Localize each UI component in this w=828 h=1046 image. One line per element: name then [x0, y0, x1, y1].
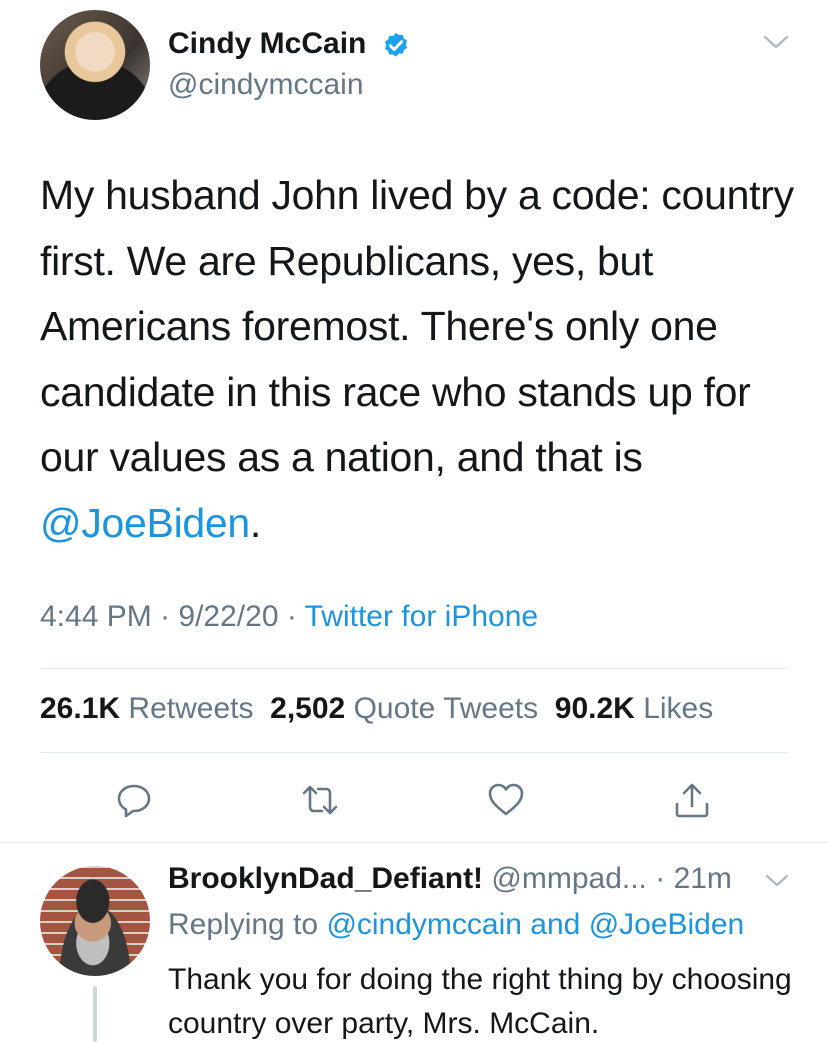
tweet-meta: 4:44 PM · 9/22/20 · Twitter for iPhone: [40, 600, 538, 634]
retweet-icon[interactable]: [300, 780, 340, 820]
quotes-count: 2,502: [270, 692, 346, 725]
likes-label: Likes: [643, 692, 714, 725]
replying-mention-2[interactable]: @JoeBiden: [589, 908, 745, 941]
tweet-body: My husband John lived by a code: country…: [40, 172, 794, 480]
reply-text: Thank you for doing the right thing by c…: [168, 963, 792, 1040]
reply-header: BrooklynDad_Defiant! @mmpad... · 21m: [168, 862, 732, 896]
replying-to: Replying to @cindymccain and @JoeBiden: [168, 908, 744, 942]
tweet-body-end: .: [249, 499, 261, 546]
tweet-time: 4:44 PM: [40, 600, 152, 633]
chevron-down-icon[interactable]: [764, 872, 790, 890]
author-name[interactable]: Cindy McCain: [168, 27, 366, 61]
replying-and: and: [521, 908, 589, 941]
retweets-stat[interactable]: 26.1K Retweets: [40, 692, 253, 725]
retweets-label: Retweets: [128, 692, 254, 725]
reply-author-avatar[interactable]: [40, 866, 150, 976]
share-icon[interactable]: [672, 780, 712, 820]
chevron-down-icon[interactable]: [762, 32, 790, 52]
divider: [0, 842, 828, 843]
mention-link[interactable]: @JoeBiden: [40, 500, 250, 546]
author-avatar[interactable]: [40, 10, 150, 120]
reply-time: 21m: [673, 862, 732, 895]
thread-line: [93, 986, 97, 1042]
author-handle[interactable]: @cindymccain: [168, 68, 364, 102]
quotes-label: Quote Tweets: [353, 692, 539, 725]
retweets-count: 26.1K: [40, 692, 121, 725]
verified-badge-icon: [381, 31, 411, 61]
meta-separator: ·: [278, 600, 305, 633]
likes-stat[interactable]: 90.2K Likes: [555, 692, 713, 725]
reply-separator: ·: [646, 862, 674, 895]
tweet-text: My husband John lived by a code: country…: [40, 163, 800, 556]
likes-count: 90.2K: [554, 692, 635, 725]
tweet-source-link[interactable]: Twitter for iPhone: [305, 600, 538, 633]
divider: [40, 668, 788, 669]
meta-separator: ·: [151, 600, 179, 633]
replying-prefix: Replying to: [168, 908, 327, 941]
reply-icon[interactable]: [114, 780, 154, 820]
divider: [40, 752, 788, 753]
reply-author-name[interactable]: BrooklynDad_Defiant!: [168, 862, 483, 895]
heart-icon[interactable]: [486, 780, 526, 820]
tweet-date: 9/22/20: [178, 600, 279, 633]
reply-author-handle[interactable]: @mmpad...: [491, 862, 647, 895]
tweet-stats: 26.1K Retweets 2,502 Quote Tweets 90.2K …: [40, 692, 713, 726]
quotes-stat[interactable]: 2,502 Quote Tweets: [270, 692, 538, 725]
replying-mention-1[interactable]: @cindymccain: [326, 908, 522, 941]
